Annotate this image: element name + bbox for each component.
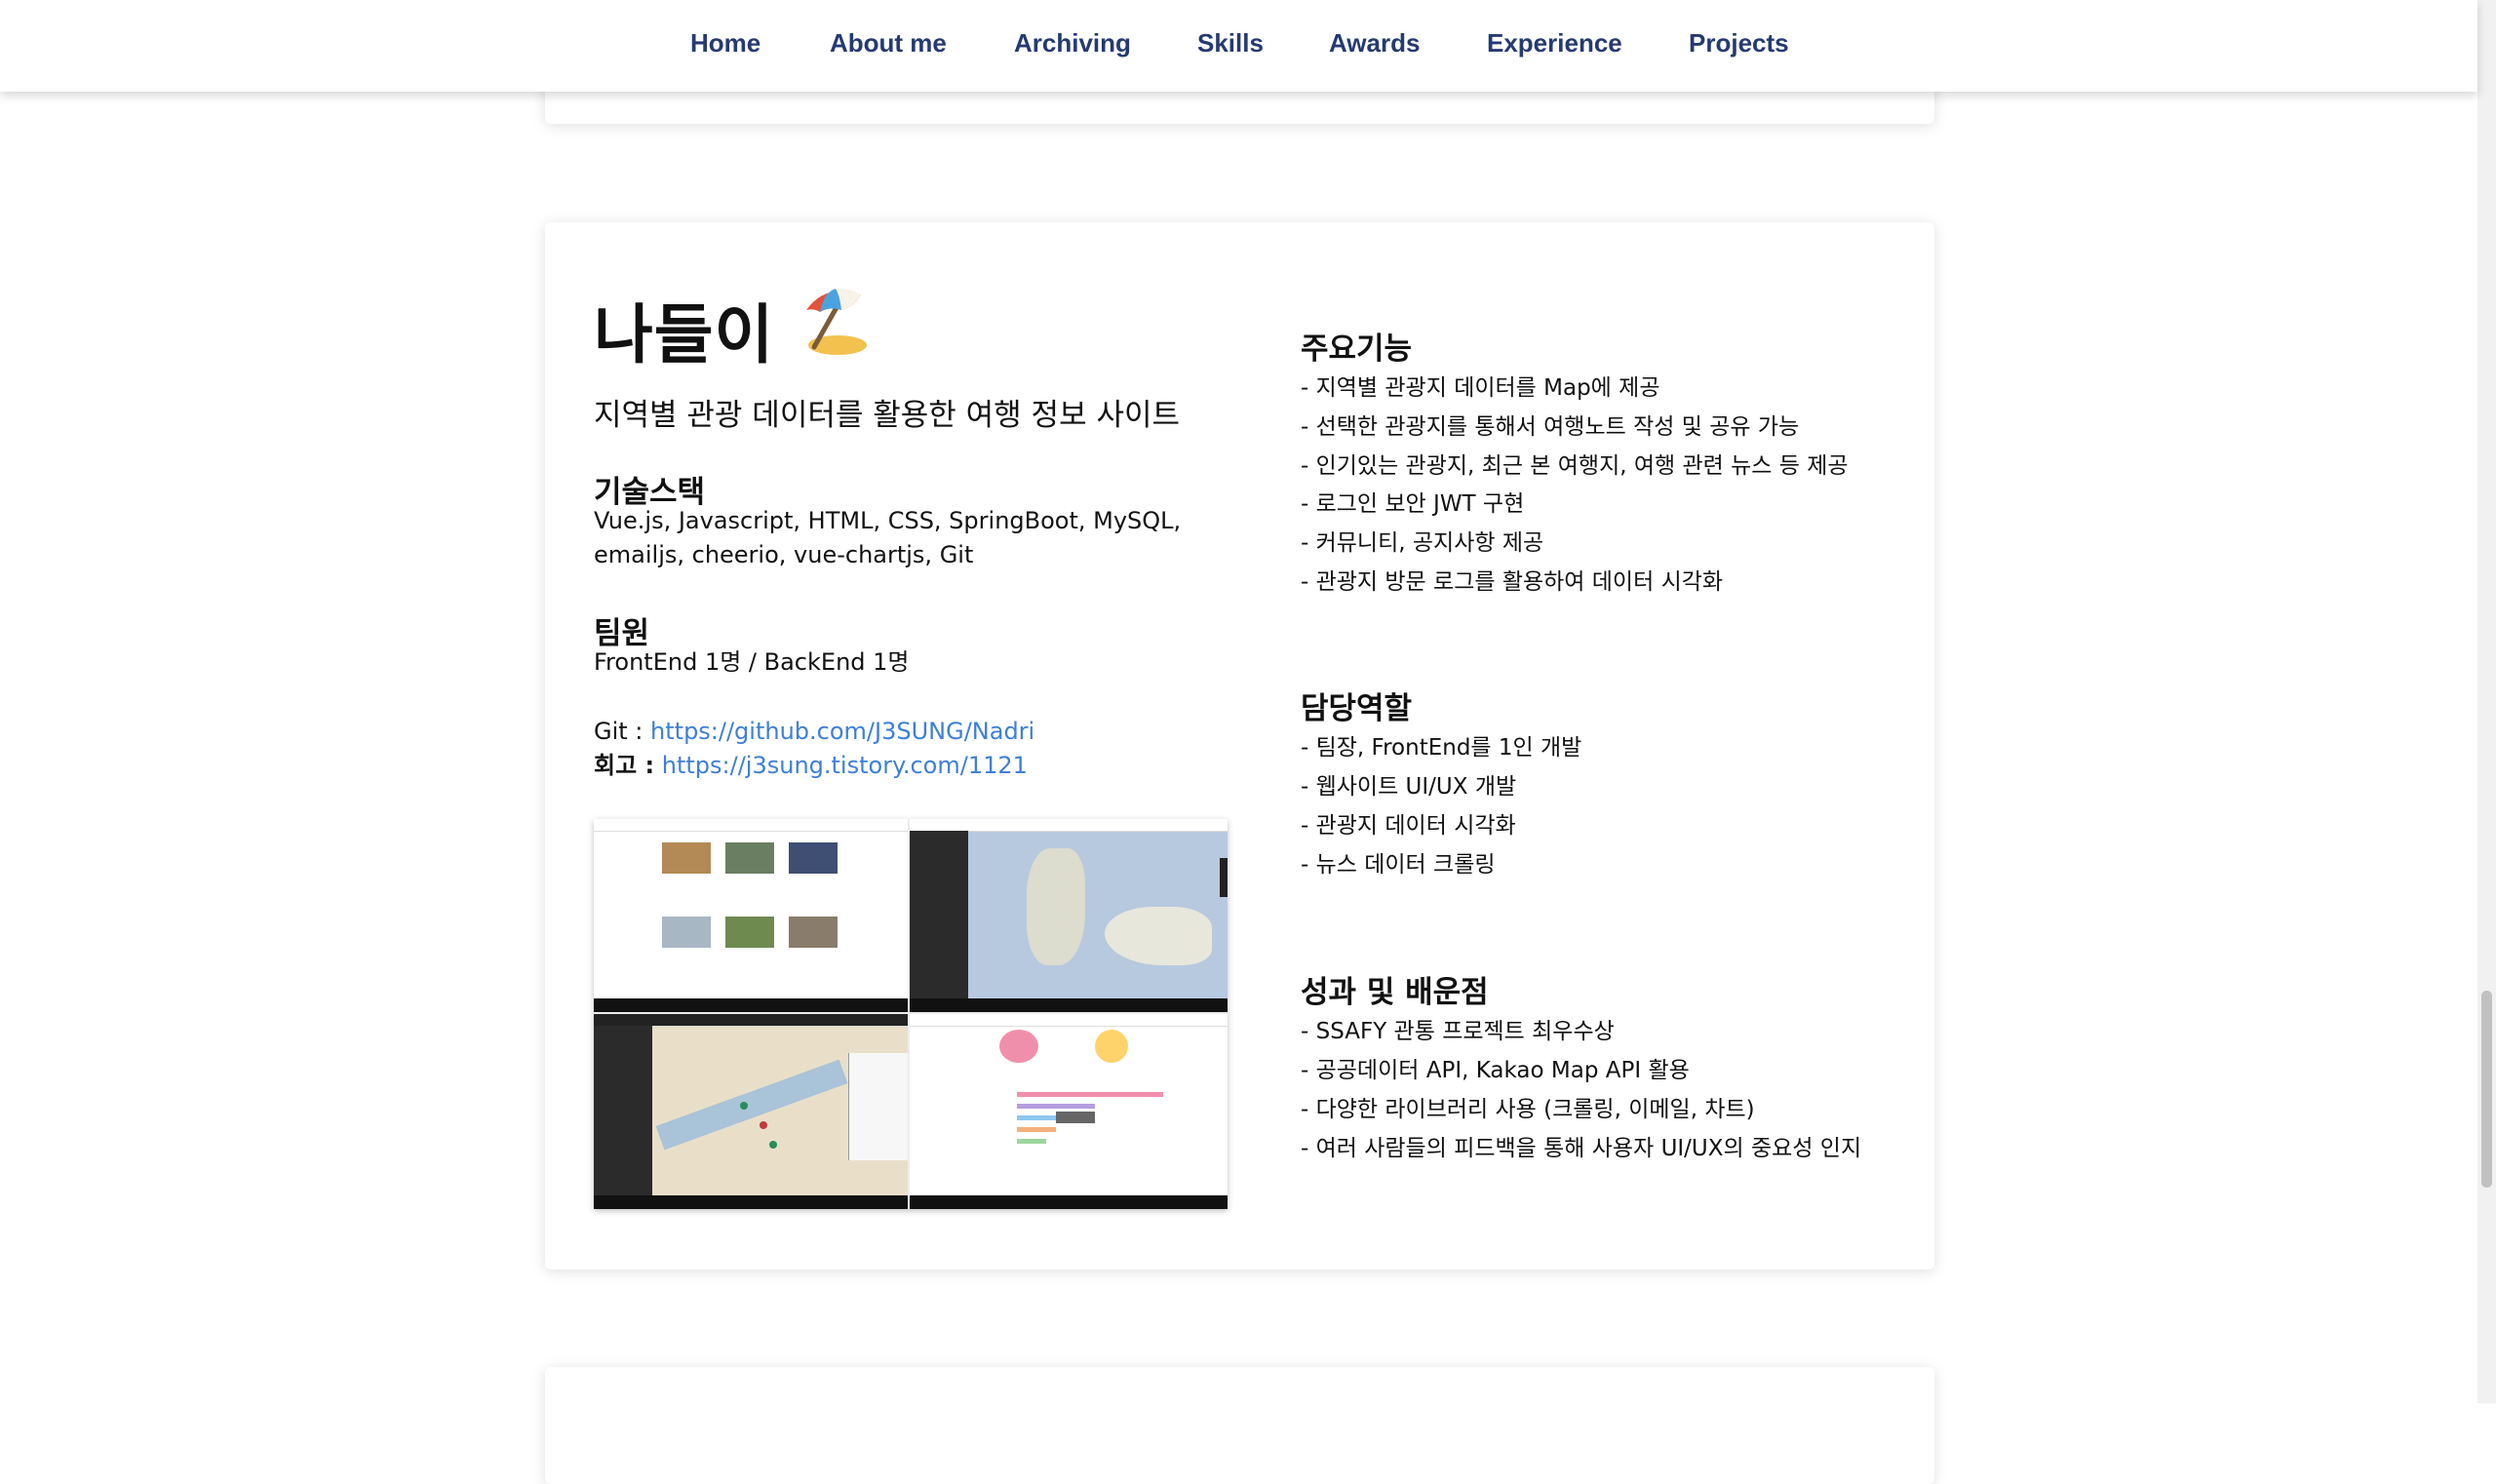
team-value: FrontEnd 1명 / BackEnd 1명 [594,648,910,676]
project-title: 나들이 [594,297,775,372]
nav-awards[interactable]: Awards [1329,28,1420,59]
feature-item: - 인기있는 관광지, 최근 본 여행지, 여행 관련 뉴스 등 제공 [1301,453,1849,479]
role-heading: 담당역할 [1301,691,1413,726]
stack-line-2: emailjs, cheerio, vue-chartjs, Git [594,541,974,568]
role-item: - 웹사이트 UI/UX 개발 [1301,774,1517,800]
scrollbar-track[interactable] [2477,0,2496,1403]
stack-line-1: Vue.js, Javascript, HTML, CSS, SpringBoo… [594,507,1182,534]
role-item: - 관광지 데이터 시각화 [1301,813,1516,839]
results-heading: 성과 및 배운점 [1301,975,1489,1010]
project-subtitle: 지역별 관광 데이터를 활용한 여행 정보 사이트 [594,398,1181,433]
feature-item: - 선택한 관광지를 통해서 여행노트 작성 및 공유 가능 [1301,414,1800,440]
beach-umbrella-icon [806,289,867,355]
retro-link[interactable]: https://j3sung.tistory.com/1121 [662,752,1028,779]
feature-item: - 지역별 관광지 데이터를 Map에 제공 [1301,375,1660,401]
result-item: - 공공데이터 API, Kakao Map API 활용 [1301,1058,1690,1083]
role-item: - 팀장, FrontEnd를 1인 개발 [1301,735,1582,761]
features-heading: 주요기능 [1301,332,1413,367]
feature-item: - 커뮤니티, 공지사항 제공 [1301,530,1544,556]
screenshot-main-page [594,819,908,1012]
project-card-next [545,1367,1934,1484]
retro-label: 회고 : [594,752,655,779]
nav-experience[interactable]: Experience [1487,28,1622,59]
retro-row: 회고 : https://j3sung.tistory.com/1121 [594,749,1028,783]
screenshot-charts-page [910,1014,1228,1209]
project-screenshot-collage [594,819,1228,1209]
nav-archiving[interactable]: Archiving [1014,28,1131,59]
screenshot-map-page [910,819,1228,1012]
result-item: - SSAFY 관통 프로젝트 최우수상 [1301,1019,1615,1044]
nav-skills[interactable]: Skills [1197,28,1264,59]
nav-home[interactable]: Home [690,28,760,59]
screenshot-map-markers [594,1014,908,1209]
role-item: - 뉴스 데이터 크롤링 [1301,852,1496,878]
feature-item: - 관광지 방문 로그를 활용하여 데이터 시각화 [1301,569,1724,595]
git-link[interactable]: https://github.com/J3SUNG/Nadri [650,718,1034,745]
scrollbar-thumb[interactable] [2481,991,2492,1188]
git-label: Git : [594,718,644,745]
result-item: - 여러 사람들의 피드백을 통해 사용자 UI/UX의 중요성 인지 [1301,1136,1862,1161]
project-card-nadri: 나들이 지역별 관광 데이터를 활용한 여행 정보 사이트 기술스택 Vue.j… [545,222,1934,1269]
git-row: Git : https://github.com/J3SUNG/Nadri [594,715,1034,749]
result-item: - 다양한 라이브러리 사용 (크롤링, 이메일, 차트) [1301,1097,1755,1122]
nav-about-me[interactable]: About me [830,28,947,59]
feature-item: - 로그인 보안 JWT 구현 [1301,491,1525,517]
top-nav: Home About me Archiving Skills Awards Ex… [0,0,2477,92]
nav-projects[interactable]: Projects [1689,28,1789,59]
